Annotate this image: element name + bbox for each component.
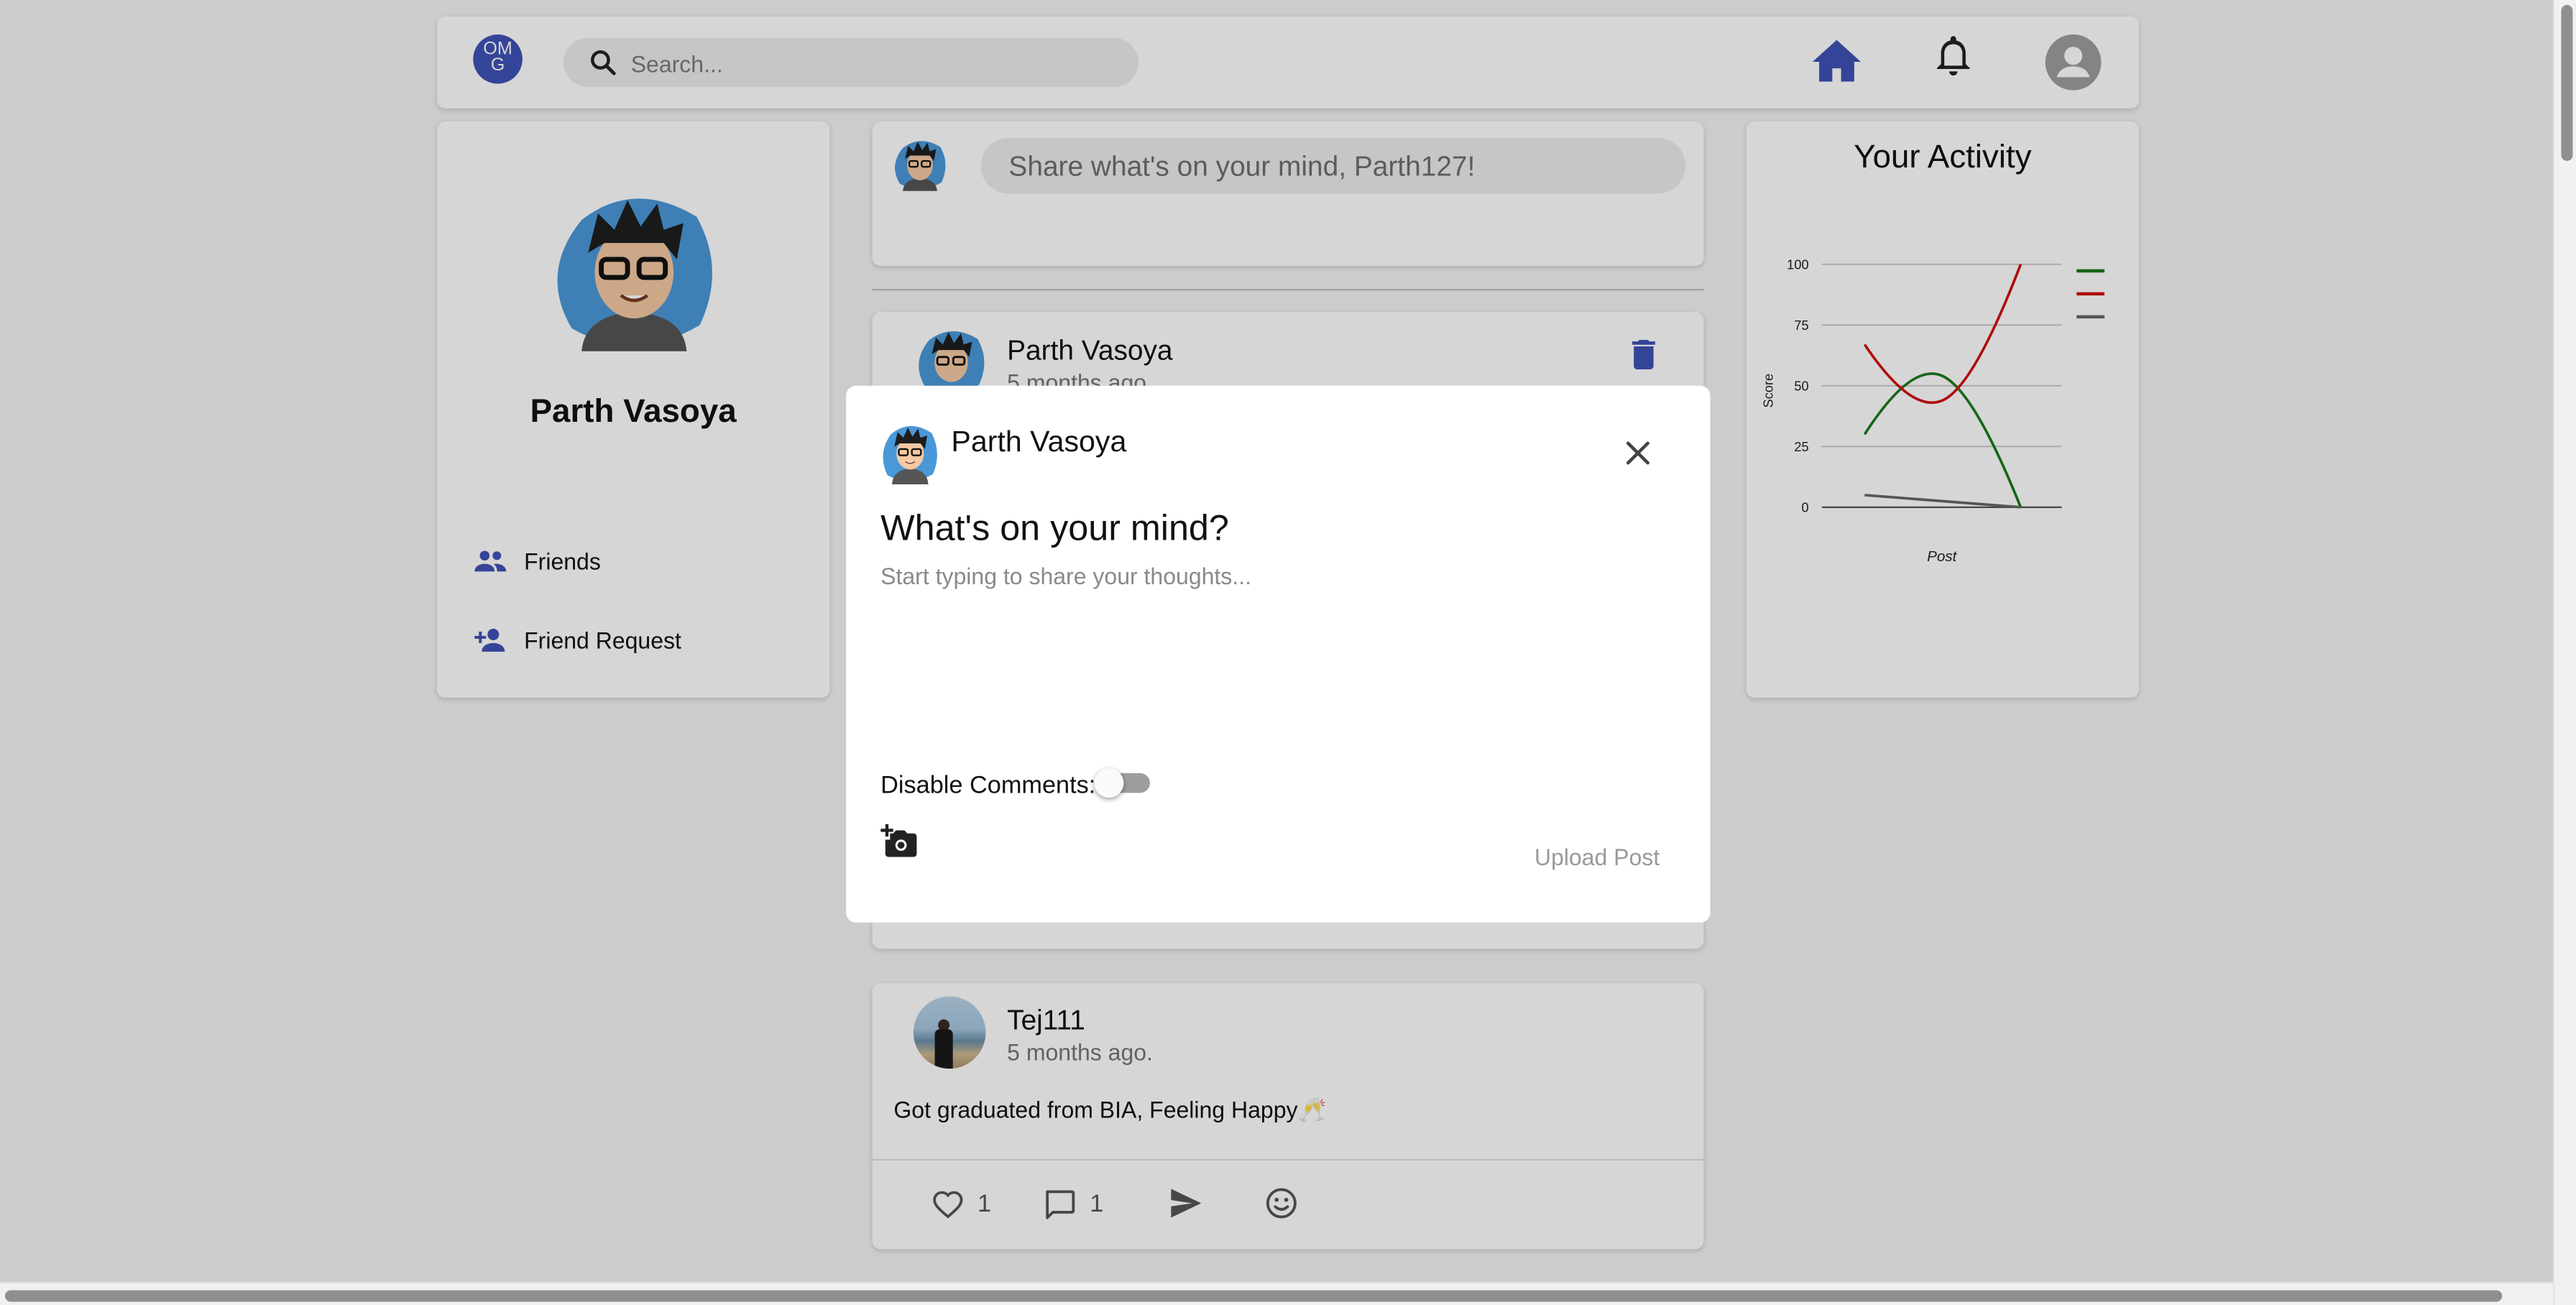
disable-comments-label: Disable Comments: [880, 771, 1096, 800]
add-photo-icon[interactable] [880, 824, 919, 859]
modal-author-avatar [883, 425, 937, 484]
upload-post-button[interactable]: Upload Post [1535, 844, 1660, 870]
app-page: OMG Search... Parth Vasoya Friends Frien… [0, 0, 2576, 1305]
post-textarea[interactable] [880, 563, 1670, 744]
modal-question: What's on your mind? [880, 507, 1229, 548]
create-post-modal: Parth Vasoya What's on your mind? Disabl… [846, 385, 1711, 923]
vertical-scrollbar[interactable] [2552, 0, 2576, 1305]
horizontal-scroll-thumb[interactable] [4, 1290, 2503, 1302]
disable-comments-toggle[interactable] [1094, 768, 1150, 798]
toggle-knob [1094, 768, 1124, 798]
modal-author-name: Parth Vasoya [951, 425, 1127, 458]
close-icon[interactable] [1625, 440, 1652, 466]
vertical-scroll-thumb[interactable] [2561, 4, 2573, 161]
horizontal-scrollbar[interactable] [0, 1282, 2553, 1305]
